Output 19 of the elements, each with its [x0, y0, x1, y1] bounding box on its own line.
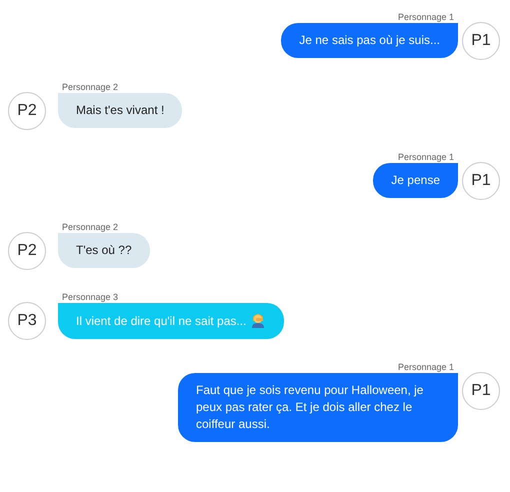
message-bubble: Mais t'es vivant ! — [58, 93, 182, 128]
avatar: P2 — [8, 92, 46, 130]
avatar: P1 — [462, 22, 500, 60]
avatar: P1 — [462, 162, 500, 200]
author-name: Personnage 1 — [398, 362, 455, 373]
message-bubble: Il vient de dire qu'il ne sait pas... — [58, 303, 284, 339]
author-name: Personnage 1 — [398, 12, 455, 23]
message-bubble: Faut que je sois revenu pour Halloween, je peux pas rater ça. Et je dois aller chez le coiffeur aussi. — [178, 373, 458, 442]
message-bubble: Je pense — [373, 163, 458, 198]
author-name: Personnage 3 — [61, 292, 118, 303]
message-bubble: T'es où ?? — [58, 233, 150, 268]
author-name: Personnage 2 — [61, 222, 118, 233]
avatar: P3 — [8, 302, 46, 340]
author-name: Personnage 2 — [61, 82, 118, 93]
avatar: P1 — [462, 372, 500, 410]
author-name: Personnage 1 — [398, 152, 455, 163]
avatar: P2 — [8, 232, 46, 270]
message-bubble: Je ne sais pas où je suis... — [281, 23, 458, 58]
person-icon — [250, 312, 266, 328]
